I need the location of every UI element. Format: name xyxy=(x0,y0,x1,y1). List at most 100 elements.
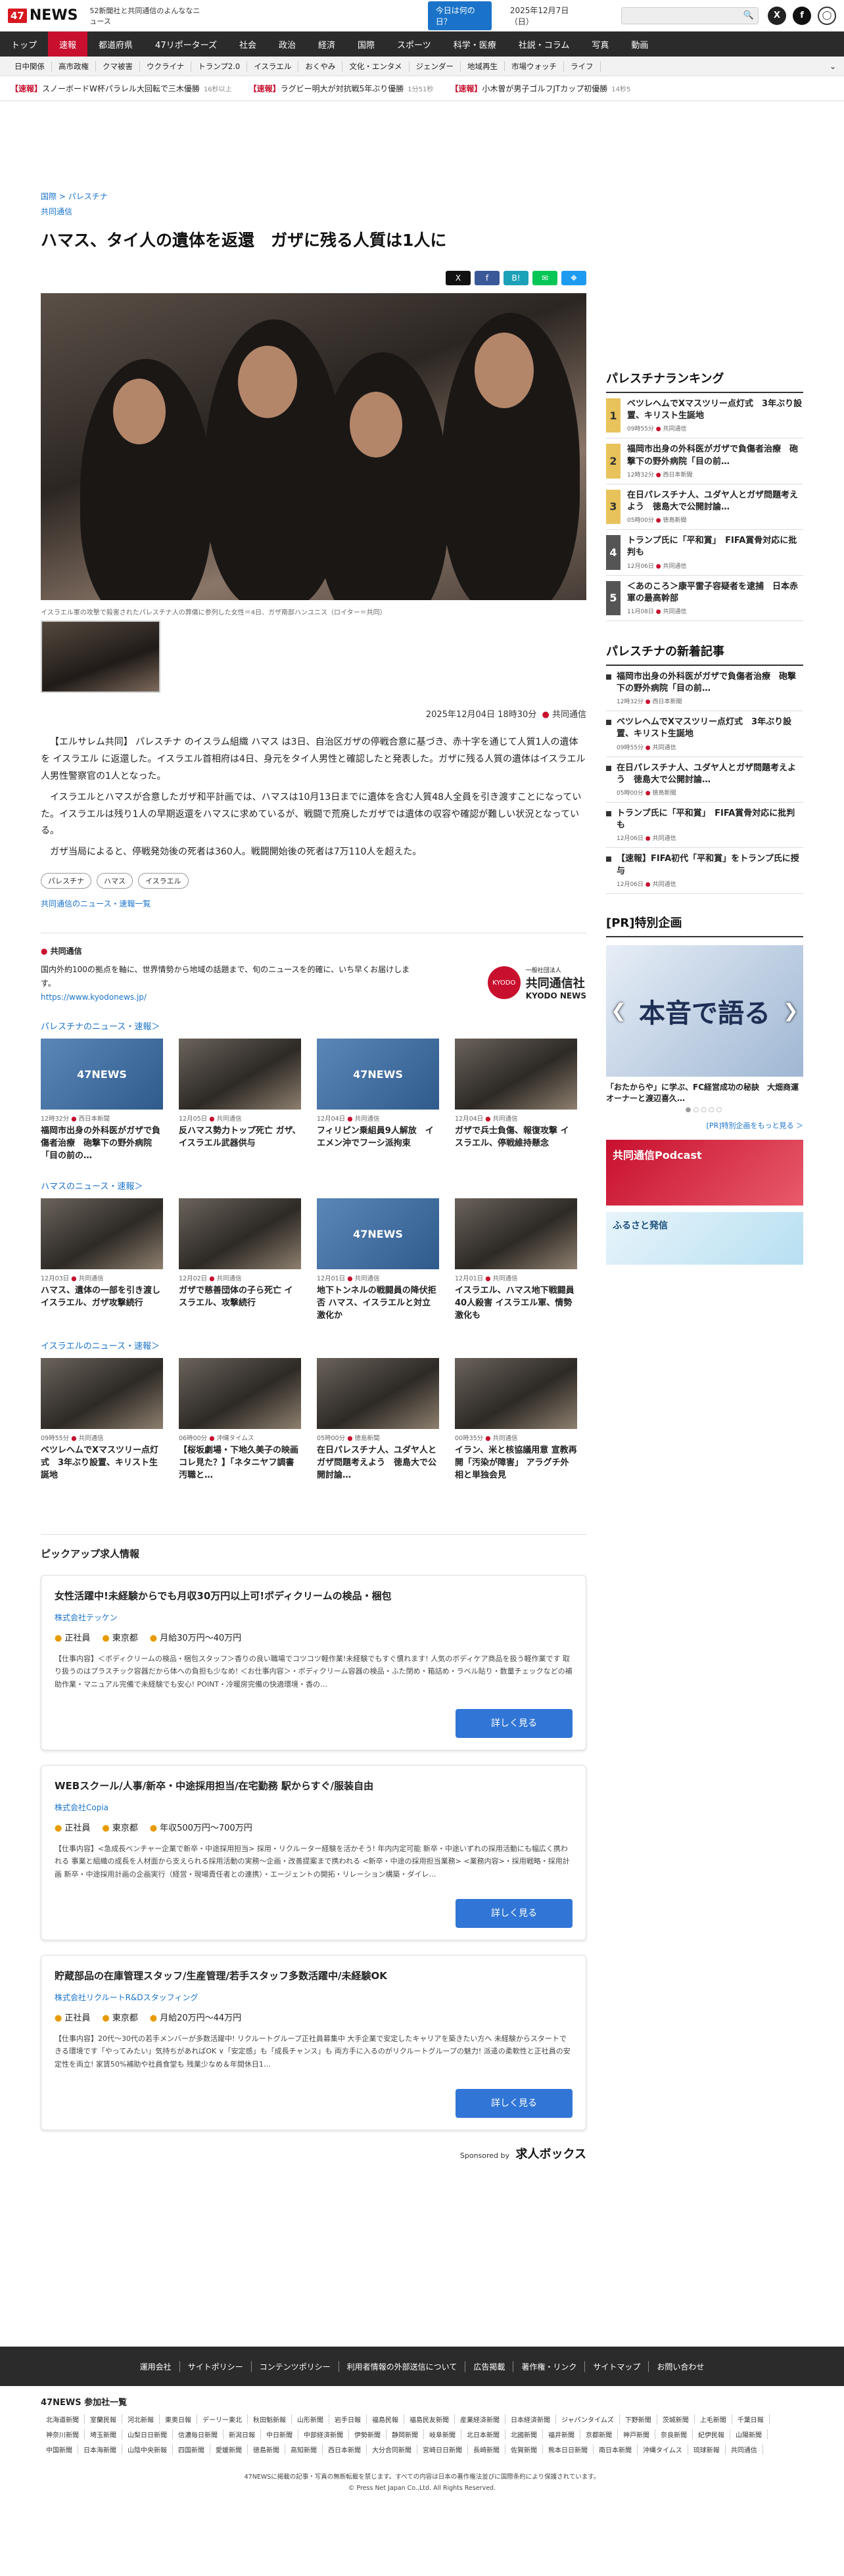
news-card-title[interactable]: イスラエル、ハマス地下戦闘員40人殺害 イスラエル軍、情勢激化も xyxy=(455,1285,577,1322)
job-company[interactable]: 株式会社Copia xyxy=(55,1802,573,1813)
news-card-title[interactable]: 福岡市出身の外科医がガザで負傷者治療 砲撃下の野外病院「目の前の… xyxy=(41,1125,163,1162)
tag-hamas[interactable]: ハマス xyxy=(97,873,133,889)
share-line-icon[interactable]: ✉ xyxy=(532,271,557,285)
ranking-item[interactable]: 2 福岡市出身の外科医がガザで負傷者治療 砲撃下の野外病院「目の前… 12時32分 … xyxy=(606,438,803,484)
new-article-item[interactable]: 在日パレスチナ人、ユダヤ人とガザ問題考えよう 徳島大で公開討論… 05時00分 ●… xyxy=(606,757,803,803)
chevron-down-icon[interactable]: ⌄ xyxy=(830,62,836,71)
new-article-title[interactable]: 福岡市出身の外科医がガザで負傷者治療 砲撃下の野外病院「目の前… xyxy=(617,671,803,695)
job-title[interactable]: 女性活躍中!未経験からでも月収30万円以上可!ボディクリームの検品・梱包 xyxy=(55,1589,573,1603)
news-card-title[interactable]: ベツレヘムでXマスツリー点灯式 3年ぶり設置、キリスト生誕地 xyxy=(41,1445,163,1482)
member-link[interactable]: 中日新聞 xyxy=(261,2429,298,2439)
today-button[interactable]: 今日は何の日？ xyxy=(427,1,492,30)
member-link[interactable]: 山陰中央新報 xyxy=(122,2445,173,2454)
site-logo[interactable]: 47 NEWS xyxy=(8,7,78,24)
ticker-item[interactable]: 【速報】ラグビー明大が対抗戦5年ぶり優勝 1分51秒 xyxy=(249,83,434,94)
member-link[interactable]: 北國新聞 xyxy=(505,2429,543,2439)
share-bluesky-icon[interactable]: ❖ xyxy=(561,271,586,285)
nav-item[interactable]: 都道府県 xyxy=(87,32,144,57)
news-card-image[interactable] xyxy=(41,1198,163,1270)
section-title-link[interactable]: ハマスのニュース・速報＞ xyxy=(41,1179,586,1192)
share-x-icon[interactable]: X xyxy=(446,271,471,285)
sponsor-logo[interactable]: 求人ボックス xyxy=(516,2147,586,2161)
share-hatena-icon[interactable]: B! xyxy=(504,271,528,285)
news-card[interactable]: 12月04日 ● 共同通信 ガザで兵士負傷、報復攻撃 イスラエル、停戦維持懸念 xyxy=(455,1039,577,1162)
member-link[interactable]: 紀伊民報 xyxy=(693,2429,730,2439)
member-link[interactable]: 山形新聞 xyxy=(292,2414,329,2424)
nav-item[interactable]: 国際 xyxy=(346,32,386,57)
new-article-title[interactable]: 【速報】FIFA初代「平和賞」をトランプ氏に授与 xyxy=(617,853,803,877)
breadcrumb-link-international[interactable]: 国際 xyxy=(41,192,57,201)
member-link[interactable]: 西日本新聞 xyxy=(323,2445,367,2454)
news-card-image[interactable] xyxy=(455,1198,577,1270)
job-detail-button[interactable]: 詳しく見る xyxy=(456,1709,573,1739)
search-icon[interactable]: 🔍 xyxy=(743,11,754,20)
source-url[interactable]: https://www.kyodonews.jp/ xyxy=(41,993,147,1002)
kyodo-logo[interactable]: KYODO 一般社団法人 共同通信社 KYODO NEWS xyxy=(487,963,586,1002)
member-link[interactable]: 四国新聞 xyxy=(173,2445,210,2454)
job-detail-button[interactable]: 詳しく見る xyxy=(456,2089,573,2119)
news-card[interactable]: 12月03日 ● 共同通信 ハマス、遺体の一部を引き渡し イスラエル、ガザ攻撃続行 xyxy=(41,1198,163,1322)
ranking-title[interactable]: 在日パレスチナ人、ユダヤ人とガザ問題考えよう 徳島大で公開討論… xyxy=(627,490,803,513)
nav-item[interactable]: 写真 xyxy=(580,32,620,57)
member-link[interactable]: 山陽新聞 xyxy=(730,2429,768,2439)
news-card-image[interactable] xyxy=(179,1198,301,1270)
news-card-title[interactable]: ガザで慈善団体の子ら死亡 イスラエル、攻撃続行 xyxy=(179,1285,301,1322)
source-link[interactable]: 共同通信 xyxy=(41,207,72,216)
tag-palestine[interactable]: パレスチナ xyxy=(41,873,91,889)
member-link[interactable]: 熊本日日新聞 xyxy=(543,2445,594,2454)
news-card[interactable]: 09時55分 ● 共同通信 ベツレヘムでXマスツリー点灯式 3年ぶり設置、キリスト… xyxy=(41,1358,163,1482)
pr-caption[interactable]: 「おたからや」に学ぶ、FC経営成功の秘訣 大畑商運オーナーと渡辺喜久… xyxy=(606,1082,803,1104)
ticker-item[interactable]: 【速報】小木曽が男子ゴルフJTカップ初優勝 14秒5 xyxy=(450,83,630,94)
footer-link[interactable]: サイトポリシー xyxy=(180,2360,252,2372)
tag-israel[interactable]: イスラエル xyxy=(138,873,189,889)
carousel-next-icon[interactable]: ❯ xyxy=(781,998,801,1024)
nav-item[interactable]: 社説・コラム xyxy=(507,32,581,57)
subnav-item[interactable]: ウクライナ xyxy=(140,60,192,72)
kyodo-news-list-link[interactable]: 共同通信のニュース・速報一覧 xyxy=(41,899,151,908)
member-link[interactable]: 宮崎日日新聞 xyxy=(417,2445,468,2454)
member-link[interactable]: 神奈川新聞 xyxy=(41,2429,85,2439)
news-card-title[interactable]: 反ハマス勢力トップ死亡 ガザ、イスラエル武器供与 xyxy=(179,1125,301,1162)
ranking-item[interactable]: 1 ベツレヘムでXマスツリー点灯式 3年ぶり設置、キリスト生誕地 09時55分 ● … xyxy=(606,393,803,439)
member-link[interactable]: 日本経済新聞 xyxy=(505,2414,556,2424)
member-link[interactable]: 愛媛新聞 xyxy=(210,2445,248,2454)
subnav-item[interactable]: 市場ウォッチ xyxy=(505,60,565,72)
member-link[interactable]: 東奥日報 xyxy=(160,2414,197,2424)
news-card-title[interactable]: 【桜坂劇場・下地久美子の映画コレ見た？】「ネタニヤフ調書 汚職と… xyxy=(179,1445,301,1482)
new-article-title[interactable]: 在日パレスチナ人、ユダヤ人とガザ問題考えよう 徳島大で公開討論… xyxy=(617,762,803,786)
member-link[interactable]: 山梨日日新聞 xyxy=(122,2429,173,2439)
new-article-title[interactable]: ベツレヘムでXマスツリー点灯式 3年ぶり設置、キリスト生誕地 xyxy=(617,716,803,740)
news-card[interactable]: 47NEWS 12月04日 ● 共同通信 フィリピン乗組員9人解放 イエメン沖でフー… xyxy=(317,1039,439,1162)
member-link[interactable]: 中部経済新聞 xyxy=(298,2429,349,2439)
news-card[interactable]: 00時35分 ● 共同通信 イラン、米と核協議用意 宣教再開「汚染が障害」 アラグ… xyxy=(455,1358,577,1482)
breadcrumb-link-palestine[interactable]: パレスチナ xyxy=(68,192,108,201)
nav-item[interactable]: トップ xyxy=(0,32,48,57)
subnav-item[interactable]: ライフ xyxy=(564,60,601,72)
nav-item[interactable]: 社会 xyxy=(228,32,268,57)
new-article-item[interactable]: ベツレヘムでXマスツリー点灯式 3年ぶり設置、キリスト生誕地 09時55分 ● 共… xyxy=(606,711,803,757)
member-link[interactable]: 静岡新聞 xyxy=(387,2429,424,2439)
member-link[interactable]: ジャパンタイムズ xyxy=(556,2414,620,2424)
member-link[interactable]: 徳島新聞 xyxy=(248,2445,285,2454)
footer-link[interactable]: 利用者情報の外部送信について xyxy=(339,2360,466,2372)
section-title-link[interactable]: パレスチナのニュース・速報＞ xyxy=(41,1019,586,1032)
ticker-item[interactable]: 【速報】スノーボードW杯パラレル大回転で三木優勝 16秒以上 xyxy=(11,83,232,94)
news-card-title[interactable]: イラン、米と核協議用意 宣教再開「汚染が障害」 アラグチ外相と単独会見 xyxy=(455,1445,577,1482)
job-company[interactable]: 株式会社テッケン xyxy=(55,1612,573,1623)
nav-item[interactable]: 速報 xyxy=(48,32,88,57)
new-article-item[interactable]: 福岡市出身の外科医がガザで負傷者治療 砲撃下の野外病院「目の前… 12時32分 ●… xyxy=(606,666,803,712)
news-card-image[interactable] xyxy=(41,1358,163,1430)
member-link[interactable]: 下野新聞 xyxy=(620,2414,657,2424)
nav-item[interactable]: 科学・医療 xyxy=(442,32,507,57)
job-title[interactable]: 貯蔵部品の在庫管理スタッフ/生産管理/若手スタッフ多数活躍中/未経験OK xyxy=(55,1969,573,1982)
article-main-photo[interactable] xyxy=(41,293,586,600)
member-link[interactable]: 河北新報 xyxy=(122,2414,160,2424)
member-link[interactable]: 沖縄タイムス xyxy=(638,2445,688,2454)
subnav-item[interactable]: トランプ2.0 xyxy=(191,60,248,72)
subnav-item[interactable]: 高市政権 xyxy=(52,60,96,72)
subnav-item[interactable]: クマ被害 xyxy=(96,60,140,72)
footer-link[interactable]: 運用会社 xyxy=(132,2360,180,2372)
ranking-title[interactable]: 福岡市出身の外科医がガザで負傷者治療 砲撃下の野外病院「目の前… xyxy=(627,444,803,467)
news-card-title[interactable]: 在日パレスチナ人、ユダヤ人と ガザ問題考えよう 徳島大で公開討論… xyxy=(317,1445,439,1482)
search-input[interactable]: 🔍 xyxy=(621,7,759,24)
